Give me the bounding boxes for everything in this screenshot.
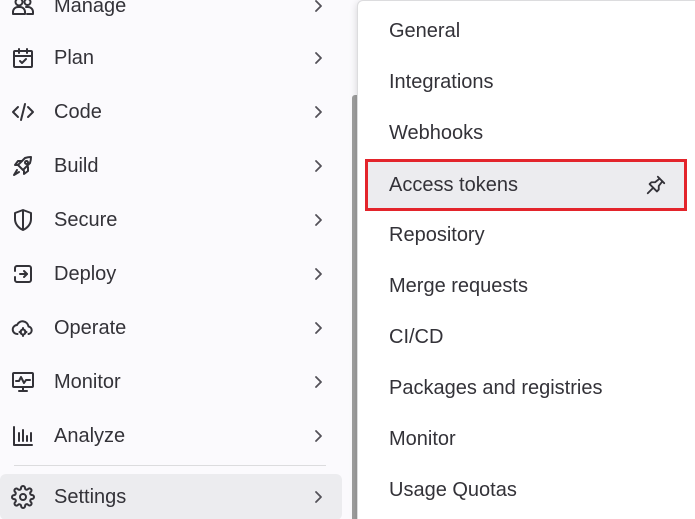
sidebar-item-operate[interactable]: Operate [0, 305, 342, 351]
chevron-right-icon [310, 158, 326, 174]
monitor-icon [11, 370, 35, 394]
sidebar-item-label: Analyze [54, 425, 126, 447]
pin-icon[interactable] [645, 174, 667, 196]
menu-item-repository[interactable]: Repository [364, 212, 688, 258]
menu-item-packages-and-registries[interactable]: Packages and registries [364, 365, 688, 411]
page: Manage Plan Code Build Secure Deploy Ope… [0, 0, 695, 519]
sidebar: Manage Plan Code Build Secure Deploy Ope… [0, 0, 352, 519]
rocket-icon [11, 154, 35, 178]
chevron-right-icon [310, 50, 326, 66]
deploy-icon [11, 262, 35, 286]
sidebar-item-label: Build [54, 155, 99, 177]
menu-item-label: Usage Quotas [389, 479, 517, 501]
menu-item-label: Merge requests [389, 275, 528, 297]
chevron-right-icon [310, 104, 326, 120]
menu-item-label: Monitor [389, 428, 456, 450]
sidebar-item-monitor[interactable]: Monitor [0, 359, 342, 405]
menu-item-label: Webhooks [389, 122, 484, 144]
sidebar-item-build[interactable]: Build [0, 143, 342, 189]
menu-item-webhooks[interactable]: Webhooks [364, 110, 688, 156]
menu-item-label: Integrations [389, 71, 494, 93]
sidebar-item-label: Plan [54, 47, 95, 69]
menu-item-label: CI/CD [389, 326, 444, 348]
sidebar-item-secure[interactable]: Secure [0, 197, 342, 243]
chevron-right-icon [310, 266, 326, 282]
shield-icon [11, 208, 35, 232]
sidebar-item-plan[interactable]: Plan [0, 35, 342, 81]
calendar-icon [11, 46, 35, 70]
sidebar-item-label: Manage [54, 0, 127, 17]
sidebar-item-label: Secure [54, 209, 118, 231]
menu-item-ci-cd[interactable]: CI/CD [364, 314, 688, 360]
chevron-right-icon [310, 0, 326, 14]
chart-icon [11, 424, 35, 448]
menu-item-monitor[interactable]: Monitor [364, 416, 688, 462]
chevron-right-icon [310, 374, 326, 390]
sidebar-item-label: Operate [54, 317, 127, 339]
sidebar-item-code[interactable]: Code [0, 89, 342, 135]
menu-item-label: Repository [389, 224, 485, 246]
users-icon [11, 0, 35, 18]
sidebar-item-manage[interactable]: Manage [0, 0, 342, 29]
sidebar-divider [14, 465, 326, 466]
sidebar-item-label: Code [54, 101, 102, 123]
sidebar-item-label: Settings [54, 486, 127, 508]
menu-item-general[interactable]: General [364, 8, 688, 54]
code-icon [11, 100, 35, 124]
sidebar-item-analyze[interactable]: Analyze [0, 413, 342, 459]
menu-item-access-tokens[interactable]: Access tokens [365, 159, 687, 211]
chevron-right-icon [310, 428, 326, 444]
settings-flyout-menu: General Integrations Webhooks Access tok… [357, 0, 695, 519]
sidebar-item-label: Deploy [54, 263, 117, 285]
chevron-right-icon [310, 212, 326, 228]
menu-item-label: Access tokens [389, 174, 518, 196]
menu-item-integrations[interactable]: Integrations [364, 59, 688, 105]
menu-item-merge-requests[interactable]: Merge requests [364, 263, 688, 309]
sidebar-item-deploy[interactable]: Deploy [0, 251, 342, 297]
sidebar-item-settings[interactable]: Settings [0, 474, 342, 519]
menu-item-usage-quotas[interactable]: Usage Quotas [364, 467, 688, 513]
chevron-right-icon [310, 320, 326, 336]
chevron-right-icon [310, 489, 326, 505]
cloud-gear-icon [11, 316, 35, 340]
menu-item-label: General [389, 20, 461, 42]
sidebar-item-label: Monitor [54, 371, 121, 393]
gear-icon [11, 485, 35, 509]
menu-item-label: Packages and registries [389, 377, 603, 399]
